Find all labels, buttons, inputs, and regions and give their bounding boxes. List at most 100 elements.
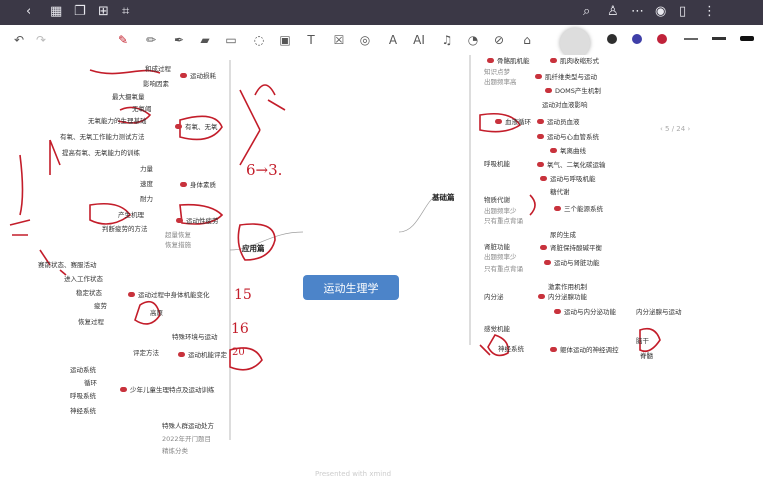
left-node-13[interactable]: 产生机理	[118, 211, 144, 219]
right-node-14[interactable]: 糖代谢	[550, 188, 570, 196]
pencil-icon[interactable]: ✏	[142, 31, 160, 49]
right-node-28[interactable]: 运动与内分泌功能	[564, 308, 616, 316]
left-node-14[interactable]: 运动性疲劳	[186, 217, 219, 225]
left-node-18[interactable]: 赛前状态、赛服活动	[38, 261, 97, 269]
right-node-22[interactable]: 出题频率少	[484, 253, 517, 261]
more-icon[interactable]: ⋮	[703, 4, 716, 20]
color-swatch-black[interactable]	[607, 34, 617, 44]
add-page-icon[interactable]: ⊞	[98, 4, 109, 20]
crop-icon[interactable]: ⌗	[122, 4, 129, 20]
left-node-26[interactable]: 评定方法	[133, 349, 159, 357]
pen-icon[interactable]: ✎	[114, 31, 132, 49]
left-node-25[interactable]: 特殊环境与运动	[172, 333, 218, 341]
left-node-29[interactable]: 循环	[84, 379, 97, 387]
brush-icon[interactable]: ✒	[170, 31, 188, 49]
left-node-6[interactable]: 有氧、无氧	[185, 123, 218, 131]
right-node-29[interactable]: 内分泌腺与运动	[636, 308, 682, 316]
right-node-6[interactable]: 运动对血液影响	[542, 101, 588, 109]
right-node-18[interactable]: 只有重点背诵	[484, 217, 523, 225]
right-node-24[interactable]: 只有重点背诵	[484, 265, 523, 273]
right-node-9[interactable]: 运动与心血管系统	[547, 133, 599, 141]
right-node-10[interactable]: 氧离曲线	[560, 147, 586, 155]
search-icon[interactable]: ⌕	[583, 4, 590, 20]
right-node-30[interactable]: 感觉机能	[484, 325, 510, 333]
lasso-icon[interactable]: ◌	[250, 31, 268, 49]
left-node-12[interactable]: 耐力	[140, 195, 153, 203]
right-node-34[interactable]: 脊髓	[640, 352, 653, 360]
color-picker-button[interactable]	[560, 28, 590, 58]
right-node-23[interactable]: 运动与肾脏功能	[554, 259, 600, 267]
left-node-9[interactable]: 力量	[140, 165, 153, 173]
right-node-3[interactable]: 肌纤维类型与运动	[545, 73, 597, 81]
ai-icon[interactable]: AI	[410, 31, 428, 49]
right-node-13[interactable]: 运动与呼吸机能	[550, 175, 596, 183]
shape-icon[interactable]: ◔	[464, 31, 482, 49]
right-node-4[interactable]: 出题频率高	[484, 78, 517, 86]
left-node-5[interactable]: 无氧能力的生理基础	[88, 117, 147, 125]
color-swatch-red[interactable]	[657, 34, 667, 44]
left-node-7[interactable]: 有氧、无氧工作能力测试方法	[60, 133, 145, 141]
redo-icon[interactable]: ↷	[32, 31, 50, 49]
left-node-28[interactable]: 运动系统	[70, 366, 96, 374]
right-node-20[interactable]: 肾脏功能	[484, 243, 510, 251]
left-node-11[interactable]: 身体素质	[190, 181, 216, 189]
left-node-20[interactable]: 稳定状态	[76, 289, 102, 297]
eye-icon[interactable]: ◉	[655, 4, 666, 20]
left-node-33[interactable]: 特殊人群运动处方	[162, 422, 214, 430]
left-node-30[interactable]: 呼吸系统	[70, 392, 96, 400]
right-node-7[interactable]: 血液循环	[505, 118, 531, 126]
right-node-32[interactable]: 躯体运动的神经调控	[560, 346, 619, 354]
right-node-26[interactable]: 内分泌	[484, 293, 504, 301]
left-node-22[interactable]: 疲劳	[94, 302, 107, 310]
right-node-11[interactable]: 呼吸机能	[484, 160, 510, 168]
left-node-1[interactable]: 运动损耗	[190, 72, 216, 80]
left-node-19[interactable]: 进入工作状态	[64, 275, 103, 283]
image-icon[interactable]: ▣	[276, 31, 294, 49]
highlighter-icon[interactable]: ▰	[196, 31, 214, 49]
right-node-5[interactable]: DOMS产生机制	[555, 87, 601, 95]
right-node-8[interactable]: 运动员血液	[547, 118, 580, 126]
left-node-4[interactable]: 无氧阈	[132, 105, 152, 113]
right-node-16[interactable]: 出题频率少	[484, 207, 517, 215]
prev-page-icon[interactable]: ‹	[660, 125, 663, 133]
mindmap-canvas[interactable]: 运动生理学 应用篇 基础篇 和成过程 运动损耗 影响因素 最大摄氧量 无氧阈 无氧能力的生…	[0, 55, 763, 479]
right-node-2[interactable]: 知识点梦	[484, 68, 510, 76]
undo-icon[interactable]: ↶	[10, 31, 28, 49]
bookmark-icon[interactable]: ❐	[74, 4, 86, 20]
right-node-25[interactable]: 激素作用机制	[548, 283, 587, 291]
left-node-16[interactable]: 超量恢复	[165, 231, 191, 239]
left-node-0[interactable]: 和成过程	[145, 65, 171, 73]
tag-icon[interactable]: ⌂	[518, 31, 536, 49]
stroke-thin[interactable]	[684, 38, 698, 40]
right-node-27[interactable]: 内分泌腺功能	[548, 293, 587, 301]
right-node-0[interactable]: 骨骼肌机能	[497, 57, 530, 65]
chevron-left-icon[interactable]: ‹	[26, 4, 31, 20]
branch-applied[interactable]: 应用篇	[242, 243, 265, 254]
left-node-34[interactable]: 2022年开门题目	[162, 435, 211, 443]
link-icon[interactable]: ⊘	[490, 31, 508, 49]
left-node-32[interactable]: 神经系统	[70, 407, 96, 415]
stroke-thick[interactable]	[740, 36, 754, 41]
left-node-24[interactable]: 高原	[150, 309, 163, 317]
right-node-33[interactable]: 脑干	[636, 337, 649, 345]
text-icon[interactable]: A	[384, 31, 402, 49]
next-page-icon[interactable]: ›	[687, 125, 690, 133]
right-node-19[interactable]: 尿的生成	[550, 231, 576, 239]
right-node-15[interactable]: 物质代谢	[484, 196, 510, 204]
left-node-31[interactable]: 少年儿童生理特点及运动训练	[130, 386, 215, 394]
right-node-21[interactable]: 肾脏保持酸碱平衡	[550, 244, 602, 252]
left-node-2[interactable]: 影响因素	[143, 80, 169, 88]
more-icon[interactable]: ⋯	[631, 4, 644, 20]
color-swatch-blue[interactable]	[632, 34, 642, 44]
trash-icon[interactable]: ▯	[679, 4, 686, 20]
shirt-icon[interactable]: ♙	[607, 4, 619, 20]
left-node-3[interactable]: 最大摄氧量	[112, 93, 145, 101]
mic-icon[interactable]: ♫	[438, 31, 456, 49]
left-node-35[interactable]: 精炼分类	[162, 447, 188, 455]
left-node-15[interactable]: 判断疲劳的方法	[102, 225, 148, 233]
stroke-medium[interactable]	[712, 37, 726, 40]
eraser-icon[interactable]: ▭	[222, 31, 240, 49]
left-node-21[interactable]: 运动过程中身体机能变化	[138, 291, 210, 299]
text-icon[interactable]: T	[302, 31, 320, 49]
right-node-12[interactable]: 氧气、二氧化碳运输	[547, 161, 606, 169]
